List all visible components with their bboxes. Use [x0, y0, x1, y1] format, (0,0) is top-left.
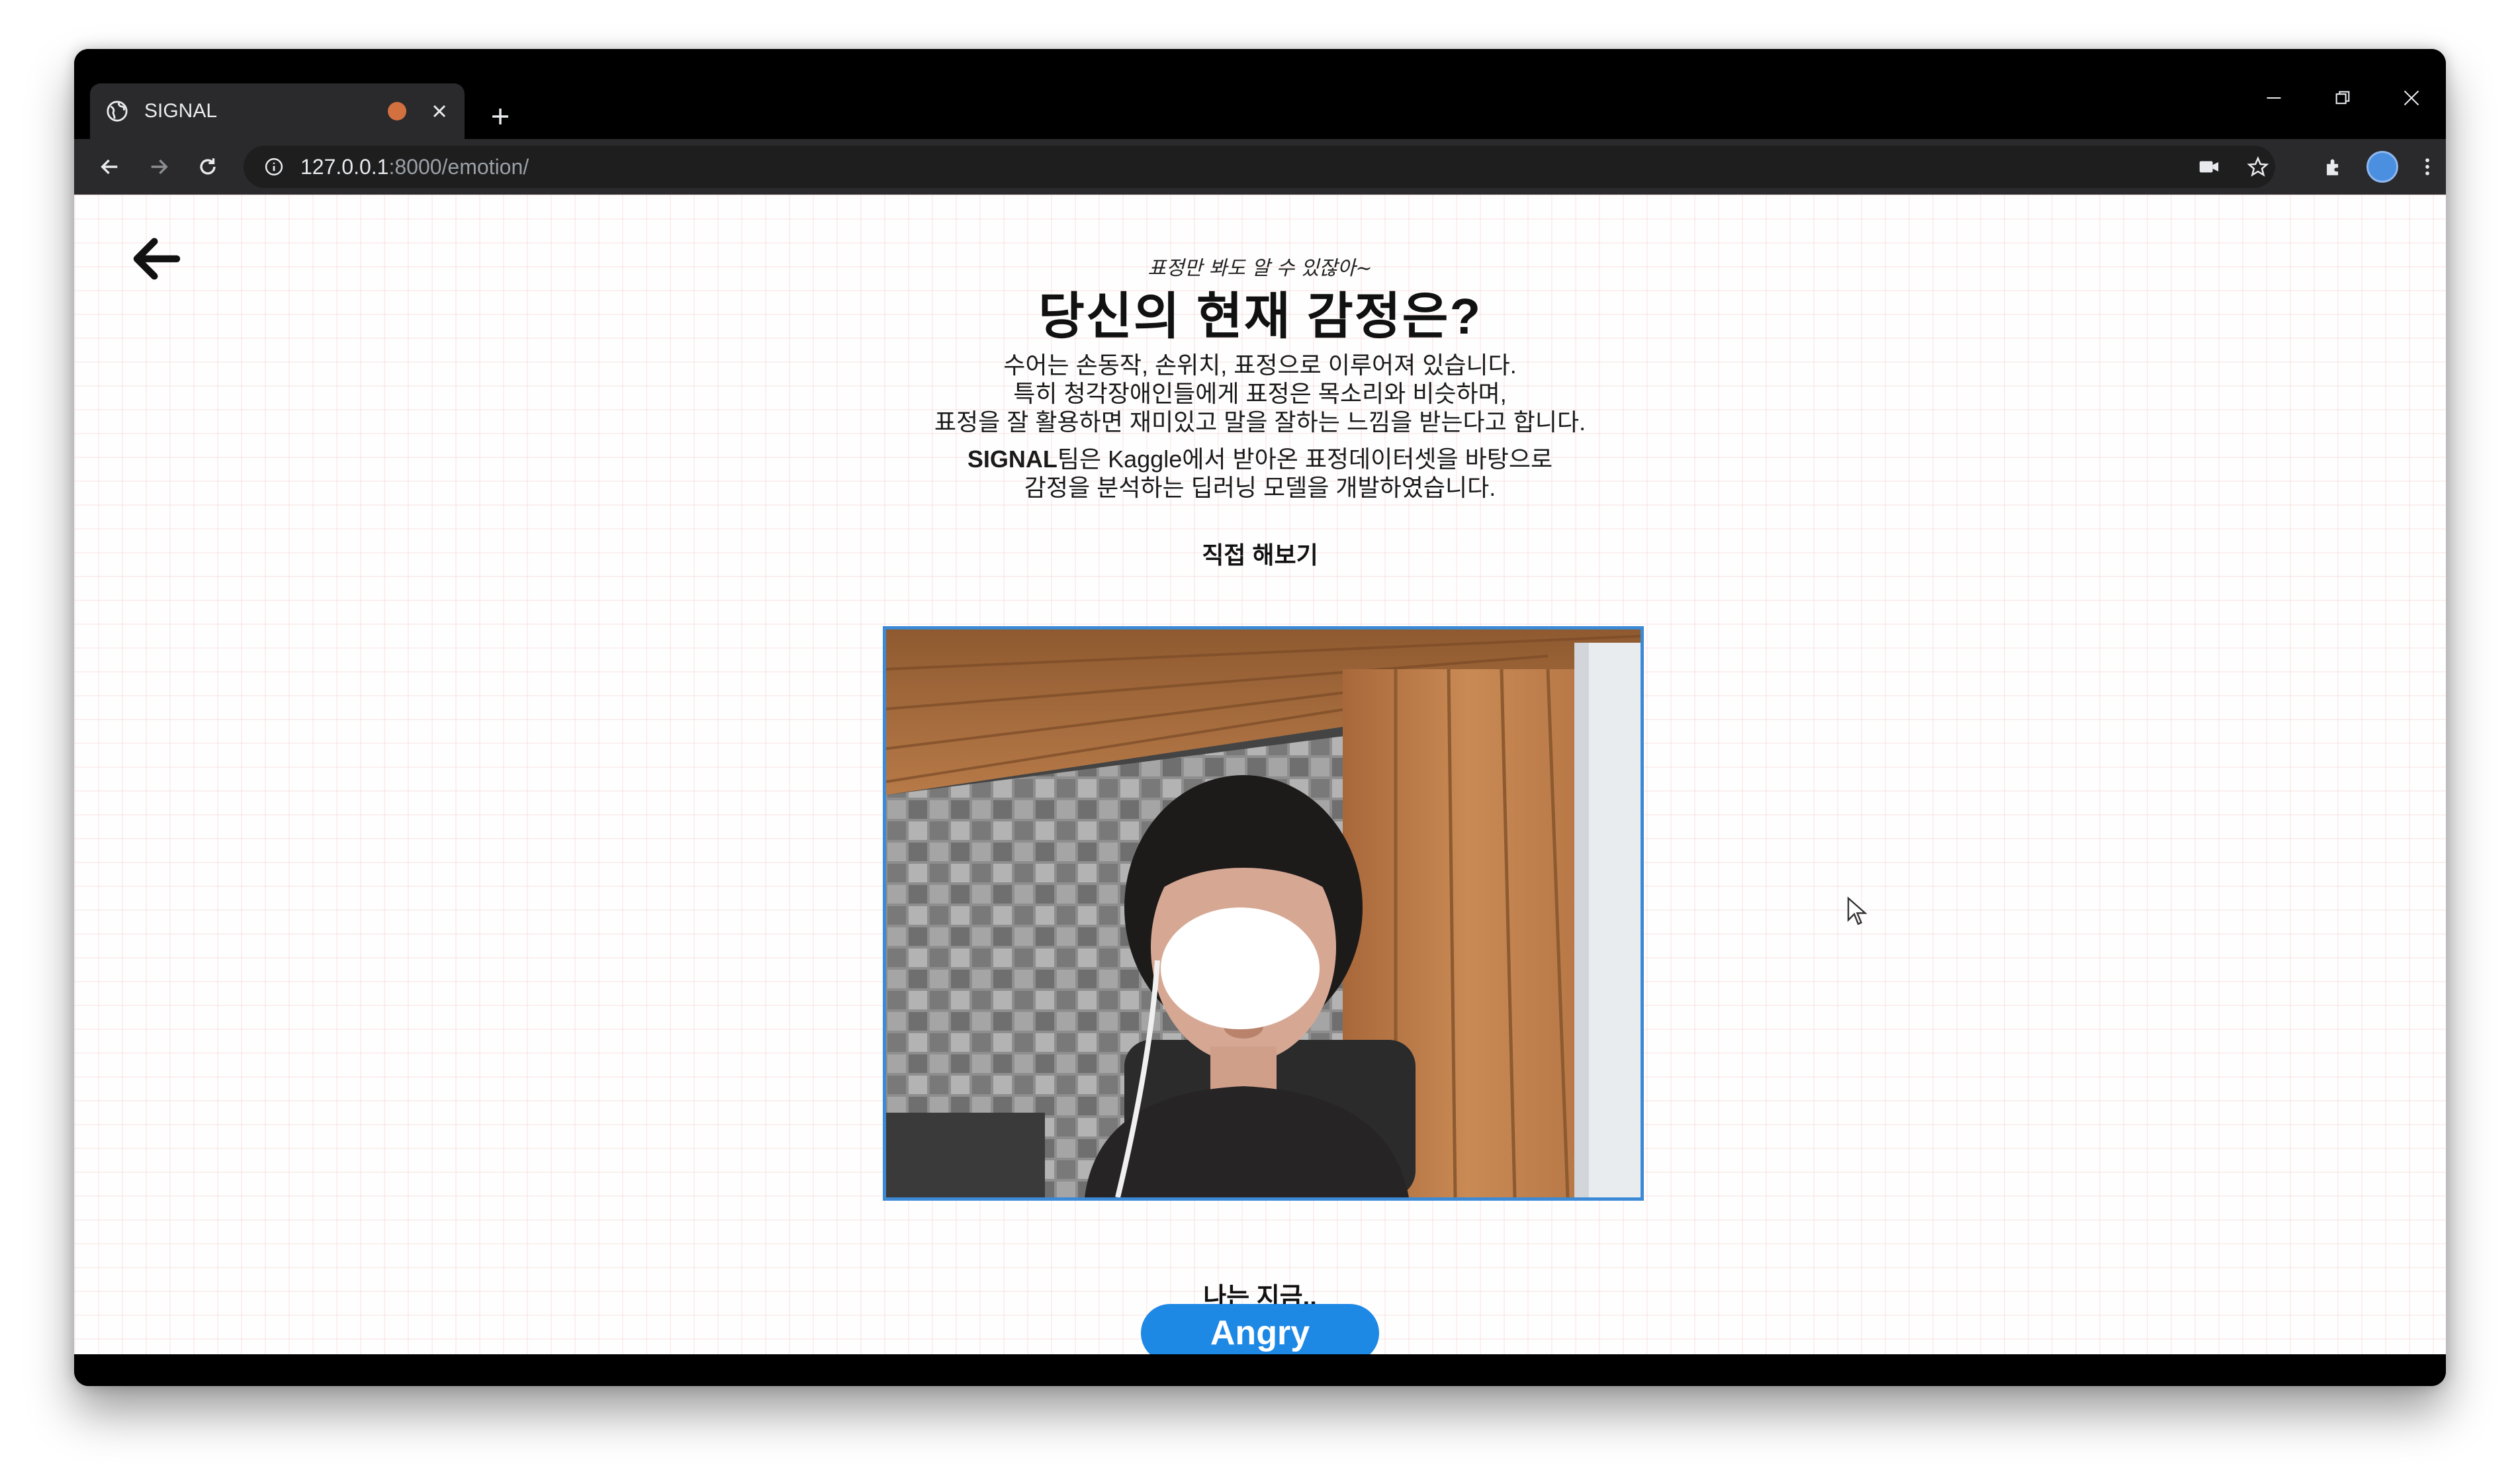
plus-icon[interactable] — [479, 95, 521, 138]
team-description: SIGNAL팀은 Kaggle에서 받아온 표정데이터셋을 바탕으로 감정을 분… — [74, 445, 2446, 502]
description-line: 표정을 잘 활용하면 재미있고 말을 잘하는 느낌을 받는다고 합니다. — [934, 408, 1586, 436]
browser-window: SIGNAL 127.0.0.1:8000/emotion/ 표정만 봐도 알 … — [74, 49, 2446, 1386]
reload-icon[interactable] — [188, 147, 228, 187]
description-line: 특히 청각장애인들에게 표정은 목소리와 비슷하며, — [1013, 380, 1507, 407]
address-bar[interactable]: 127.0.0.1:8000/emotion/ — [244, 146, 2275, 188]
restore-icon[interactable] — [2316, 78, 2369, 118]
bottom-bar — [74, 1354, 2446, 1386]
close-window-icon[interactable] — [2385, 78, 2438, 118]
try-it-label: 직접 해보기 — [1202, 541, 1318, 569]
forward-icon[interactable] — [139, 147, 179, 187]
minimize-icon[interactable] — [2247, 78, 2300, 118]
recording-indicator-icon — [388, 102, 406, 120]
tab-signal[interactable]: SIGNAL — [90, 83, 465, 139]
page-title: 당신의 현재 감정은? — [1038, 289, 1482, 345]
close-icon[interactable] — [429, 101, 450, 122]
description-line: 수어는 손동작, 손위치, 표정으로 이루어져 있습니다. — [1003, 351, 1517, 379]
cursor-icon — [1846, 896, 1873, 929]
globe-icon — [105, 99, 130, 124]
tab-title: SIGNAL — [144, 100, 218, 122]
url-text: 127.0.0.1:8000/emotion/ — [300, 155, 529, 179]
avatar — [2366, 151, 2398, 183]
webcam-video — [883, 626, 1644, 1201]
team-description-line: SIGNAL팀은 Kaggle에서 받아온 표정데이터셋을 바탕으로 — [74, 445, 2446, 473]
description: 수어는 손동작, 손위치, 표정으로 이루어져 있습니다. 특히 청각장애인들에… — [74, 351, 2446, 436]
browser-toolbar: 127.0.0.1:8000/emotion/ — [74, 139, 2446, 195]
emotion-result-badge: Angry — [1141, 1304, 1379, 1362]
team-name: SIGNAL — [967, 445, 1058, 473]
more-icon[interactable] — [2408, 147, 2446, 187]
camera-icon[interactable] — [2189, 147, 2229, 187]
back-icon[interactable] — [90, 147, 130, 187]
tab-strip: SIGNAL — [74, 49, 2446, 139]
info-icon[interactable] — [254, 147, 294, 187]
extensions-icon[interactable] — [2314, 147, 2353, 187]
profile-avatar[interactable] — [2362, 147, 2402, 187]
url-path: :8000/emotion/ — [388, 154, 529, 179]
page-viewport: 표정만 봐도 알 수 있잖아~ 당신의 현재 감정은? 수어는 손동작, 손위치… — [74, 195, 2446, 1362]
webcam-frame-image — [886, 629, 1641, 1197]
team-description-line: 감정을 분석하는 딥러닝 모델을 개발하였습니다. — [1024, 474, 1496, 501]
team-description-text: 팀은 Kaggle에서 받아온 표정데이터셋을 바탕으로 — [1057, 445, 1553, 473]
star-icon[interactable] — [2238, 147, 2278, 187]
url-host: 127.0.0.1 — [300, 154, 389, 179]
